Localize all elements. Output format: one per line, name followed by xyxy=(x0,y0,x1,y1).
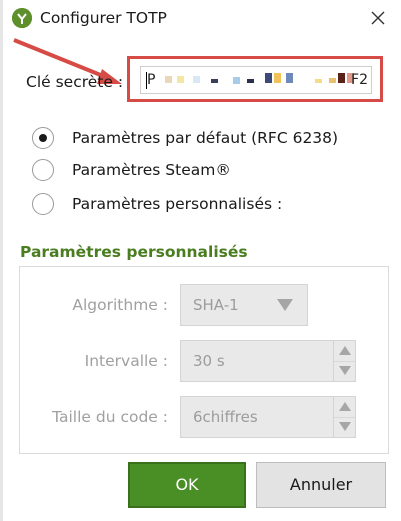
ok-button[interactable]: OK xyxy=(128,462,246,508)
redacted-char xyxy=(315,79,322,83)
redacted-char xyxy=(274,73,281,83)
interval-value: 30 s xyxy=(193,352,225,370)
radio-custom[interactable] xyxy=(32,193,54,215)
radio-steam-label[interactable]: Paramètres Steam® xyxy=(72,160,231,180)
redacted-char xyxy=(286,73,293,83)
redacted-char xyxy=(177,76,184,83)
redacted-char xyxy=(329,78,336,83)
redacted-char xyxy=(265,73,272,83)
code-size-value: 6chiffres xyxy=(193,408,258,426)
triangle-down-icon xyxy=(339,366,351,375)
algorithm-value: SHA-1 xyxy=(193,296,239,314)
interval-increment-button[interactable] xyxy=(334,341,356,362)
custom-settings-title: Paramètres personnalisés xyxy=(20,243,248,261)
interval-label: Intervalle : xyxy=(84,352,168,370)
interval-spin-buttons xyxy=(333,341,356,381)
code-size-increment-button[interactable] xyxy=(334,397,356,418)
cancel-button[interactable]: Annuler xyxy=(256,462,386,508)
secret-key-suffix: F2 xyxy=(351,72,368,88)
redacted-char xyxy=(165,76,172,83)
secret-key-prefix: P xyxy=(147,72,156,88)
code-size-label: Taille du code : xyxy=(52,408,168,426)
interval-decrement-button[interactable] xyxy=(334,361,356,381)
radio-default-label[interactable]: Paramètres par défaut (RFC 6238) xyxy=(72,128,338,148)
totp-dialog: Configurer TOTP Clé secrète : P F2 Param… xyxy=(0,0,401,521)
redacted-char xyxy=(338,73,345,83)
triangle-down-icon xyxy=(339,422,351,431)
algorithm-select[interactable]: SHA-1 xyxy=(180,284,308,326)
secret-key-label: Clé secrète : xyxy=(26,73,124,91)
triangle-down-icon xyxy=(277,299,293,311)
radio-default-rfc6238[interactable] xyxy=(32,127,54,149)
triangle-up-icon xyxy=(339,346,351,355)
interval-spinner[interactable]: 30 s xyxy=(180,340,356,382)
redacted-char xyxy=(247,79,254,83)
triangle-up-icon xyxy=(339,402,351,411)
radio-selected-dot xyxy=(39,134,47,142)
code-size-spin-buttons xyxy=(333,397,356,437)
redacted-char xyxy=(193,76,200,83)
algorithm-label: Algorithme : xyxy=(72,296,168,314)
redacted-char xyxy=(211,79,218,83)
radio-steam[interactable] xyxy=(32,159,54,181)
code-size-spinner[interactable]: 6chiffres xyxy=(180,396,356,438)
redacted-char xyxy=(233,77,240,84)
secret-key-input[interactable]: P F2 xyxy=(140,66,372,94)
code-size-decrement-button[interactable] xyxy=(334,417,356,437)
radio-custom-label[interactable]: Paramètres personnalisés : xyxy=(72,194,282,214)
